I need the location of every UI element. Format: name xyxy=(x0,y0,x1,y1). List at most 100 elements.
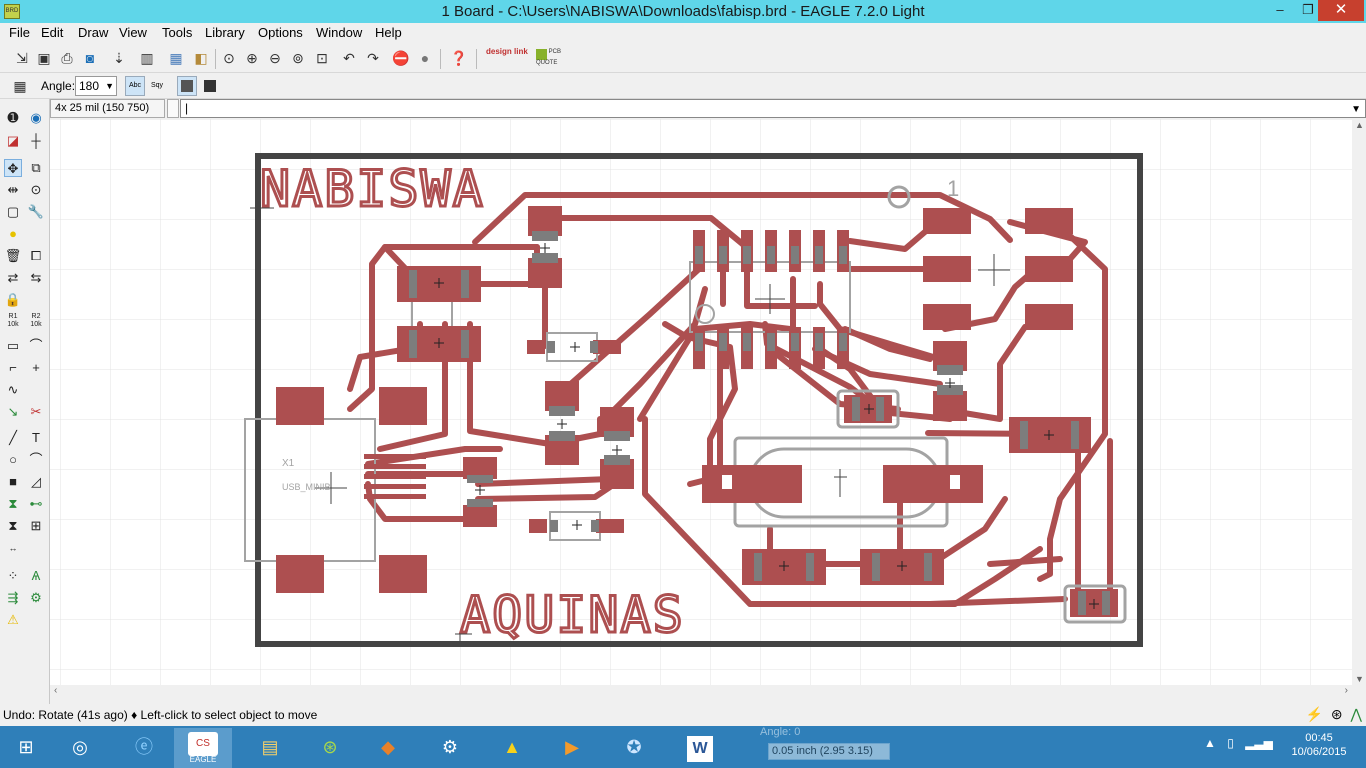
diode-stub[interactable] xyxy=(547,341,555,353)
ic-pin-stub[interactable] xyxy=(767,333,775,351)
ie-icon[interactable]: ⓔ xyxy=(118,728,170,768)
steam-icon[interactable]: ⚙ xyxy=(424,728,476,768)
ic-pin-stub[interactable] xyxy=(815,246,823,264)
vertical-scrollbar[interactable]: ▲ ▼ xyxy=(1352,119,1366,685)
menu-library[interactable]: Library xyxy=(205,25,245,40)
mark-icon[interactable]: ┼ xyxy=(27,132,45,150)
copy-icon[interactable]: ⧉ xyxy=(27,159,45,177)
diode-pad[interactable] xyxy=(529,519,547,533)
crystal-pad[interactable] xyxy=(702,465,802,503)
header-pad[interactable] xyxy=(1025,208,1073,234)
scroll-right-icon[interactable]: › xyxy=(1345,685,1348,696)
menu-file[interactable]: File xyxy=(9,25,30,40)
schematic-switch-icon[interactable]: ▦ xyxy=(167,49,185,67)
signal-icon[interactable]: ⊷ xyxy=(27,495,45,513)
menu-draw[interactable]: Draw xyxy=(78,25,108,40)
resonator-pad[interactable] xyxy=(923,304,971,330)
ic-pin-stub[interactable] xyxy=(839,333,847,351)
text-icon[interactable]: T xyxy=(27,429,45,447)
usb-shell-pad[interactable] xyxy=(379,387,427,425)
arc-icon[interactable]: ⌒ xyxy=(27,451,45,469)
angle-select[interactable]: 180 ▼ xyxy=(75,76,117,96)
crystal-pad[interactable] xyxy=(883,465,983,503)
resistor-stub[interactable] xyxy=(461,330,469,358)
title-bar[interactable]: BRD 1 Board - C:\Users\NABISWA\Downloads… xyxy=(0,0,1366,23)
board-canvas[interactable]: NABISWA AQUINAS 1 X1 USB_MINIB xyxy=(50,119,1352,685)
resistor-stub[interactable] xyxy=(532,231,558,241)
resistor-stub[interactable] xyxy=(806,553,814,581)
layer-bottom-button[interactable] xyxy=(200,76,220,96)
resistor-stub[interactable] xyxy=(409,330,417,358)
layer-top-button[interactable] xyxy=(177,76,197,96)
replace-icon[interactable]: ⇄ xyxy=(4,269,22,287)
resistor-stub[interactable] xyxy=(872,553,880,581)
pcb-quote-button[interactable]: PCB QUOTE xyxy=(536,49,570,67)
resistor-stub[interactable] xyxy=(467,499,493,507)
split-icon[interactable]: ⌐ xyxy=(4,359,22,377)
start-button[interactable]: ⊞ xyxy=(0,728,52,768)
wire-icon[interactable]: ╱ xyxy=(4,429,22,447)
miter-icon[interactable]: ⌒ xyxy=(27,337,45,355)
mirror-icon[interactable]: ⇹ xyxy=(4,181,22,199)
via-icon[interactable]: ⧗ xyxy=(4,495,22,513)
run-ulp-icon[interactable]: ▥ xyxy=(138,49,156,67)
resistor-stub[interactable] xyxy=(604,431,630,441)
cursor-icon[interactable]: ⊛ xyxy=(1331,706,1343,722)
rotate-icon[interactable]: ⊙ xyxy=(27,181,45,199)
text-orientation-mirror-button[interactable]: Sqy xyxy=(147,76,167,96)
usb-pin-pad[interactable] xyxy=(364,474,426,479)
close-button[interactable]: ✕ xyxy=(1318,0,1364,21)
capacitor-stub[interactable] xyxy=(937,365,963,375)
capacitor-stub[interactable] xyxy=(1102,591,1110,615)
explorer-icon[interactable]: ▤ xyxy=(244,728,296,768)
script-icon[interactable]: ⇣ xyxy=(110,49,128,67)
cam-icon[interactable]: ◙ xyxy=(81,49,99,67)
menu-options[interactable]: Options xyxy=(258,25,303,40)
delete-icon[interactable]: 🗑 xyxy=(4,247,22,265)
command-history-button[interactable] xyxy=(167,99,179,118)
print-icon[interactable]: ⎙ xyxy=(58,49,76,67)
tray-chevron-icon[interactable]: ▲ xyxy=(1204,736,1216,750)
ic-pin-stub[interactable] xyxy=(839,246,847,264)
usb-shell-pad[interactable] xyxy=(379,555,427,593)
battery-icon[interactable]: ▯ xyxy=(1227,736,1234,750)
usb-shell-pad[interactable] xyxy=(276,555,324,593)
lock-icon[interactable]: 🔒 xyxy=(4,291,22,309)
usb-shell-pad[interactable] xyxy=(276,387,324,425)
lightning-icon[interactable]: ⚡ xyxy=(1306,706,1323,722)
ic-pin-stub[interactable] xyxy=(719,333,727,351)
signal-icon[interactable]: ▂▃▅ xyxy=(1245,736,1273,750)
resistor-stub[interactable] xyxy=(409,270,417,298)
resonator-pad[interactable] xyxy=(923,208,971,234)
resonator-pad[interactable] xyxy=(923,256,971,282)
menu-window[interactable]: Window xyxy=(316,25,362,40)
erc-icon[interactable]: ⇶ xyxy=(4,589,22,607)
menu-help[interactable]: Help xyxy=(375,25,402,40)
drc-icon[interactable]: ⚙ xyxy=(27,589,45,607)
capacitor-stub[interactable] xyxy=(852,397,860,421)
resistor-pad[interactable] xyxy=(463,505,497,527)
resistor-stub[interactable] xyxy=(1020,421,1028,449)
display-icon[interactable]: ◪ xyxy=(4,132,22,150)
ic-pin-stub[interactable] xyxy=(695,246,703,264)
diode-stub[interactable] xyxy=(590,341,598,353)
diode-pad[interactable] xyxy=(527,340,545,354)
errors-icon[interactable]: ⚠ xyxy=(4,611,22,629)
autorouter-icon[interactable]: Ѧ xyxy=(27,567,45,585)
diode-stub[interactable] xyxy=(591,520,599,532)
usb-pin-pad[interactable] xyxy=(364,464,426,469)
eagle-taskbar-button[interactable]: CS EAGLE xyxy=(174,728,232,768)
board-switch-icon[interactable]: ◧ xyxy=(192,49,210,67)
save-icon[interactable]: ▣ xyxy=(35,49,53,67)
resistor-stub[interactable] xyxy=(604,455,630,465)
scroll-down-icon[interactable]: ▼ xyxy=(1355,674,1364,684)
menu-view[interactable]: View xyxy=(119,25,147,40)
scroll-left-icon[interactable]: ‹ xyxy=(54,685,57,696)
text-orientation-normal-button[interactable]: Abc xyxy=(125,76,145,96)
move-icon[interactable]: ✥ xyxy=(4,159,22,177)
board-drawing[interactable]: NABISWA AQUINAS 1 X1 USB_MINIB xyxy=(50,119,1352,685)
word-icon[interactable]: W xyxy=(674,728,726,768)
arduino-app-icon[interactable]: ▲ xyxy=(486,728,538,768)
ic-pin-stub[interactable] xyxy=(791,333,799,351)
crystal-pad-hole[interactable] xyxy=(722,475,732,489)
